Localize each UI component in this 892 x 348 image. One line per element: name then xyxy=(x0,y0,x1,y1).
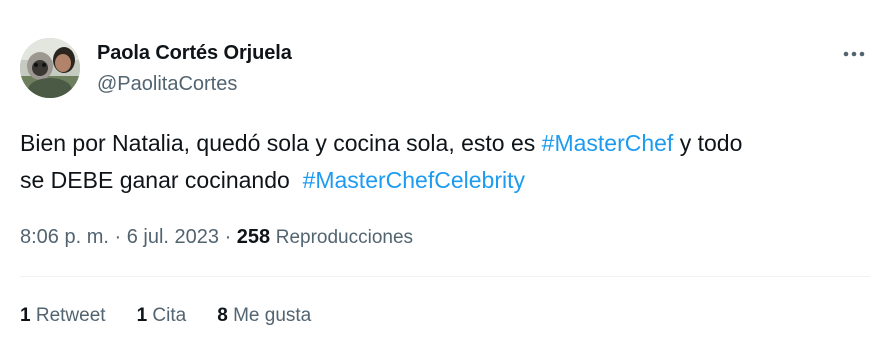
quotes-stat-link[interactable]: 1 Cita xyxy=(137,305,187,327)
retweets-label: Retweet xyxy=(35,305,106,326)
quotes-count: 1 xyxy=(136,305,148,326)
more-options-button[interactable] xyxy=(836,40,872,68)
hashtag-link-masterchef[interactable]: #MasterChef xyxy=(542,130,674,156)
views-label: Reproducciones xyxy=(275,227,414,248)
likes-stat-link[interactable]: 8 Me gusta xyxy=(217,305,311,327)
avatar-image xyxy=(20,38,80,98)
retweets-count: 1 xyxy=(20,305,31,326)
divider xyxy=(20,276,870,277)
views-count: 258 xyxy=(236,226,271,248)
hashtag-link-masterchefcelebrity[interactable]: #MasterChefCelebrity xyxy=(303,167,525,193)
tweet-card: Paola Cortés Orjuela @PaolitaCortes Bien… xyxy=(0,0,892,348)
author-handle[interactable]: @PaolitaCortes xyxy=(97,73,237,96)
tweet-date[interactable]: 6 jul. 2023 xyxy=(127,226,219,248)
likes-label: Me gusta xyxy=(233,305,312,326)
likes-count: 8 xyxy=(217,305,228,326)
tweet-meta: 8:06 p. m. · 6 jul. 2023 · 258 Reproducc… xyxy=(20,226,413,249)
meta-separator: · xyxy=(219,226,237,248)
avatar[interactable] xyxy=(20,38,80,98)
engagement-stats: 1 Retweet 1 Cita 8 Me gusta xyxy=(20,305,311,327)
tweet-time[interactable]: 8:06 p. m. xyxy=(20,226,109,248)
tweet-text: Bien por Natalia, quedó sola y cocina so… xyxy=(20,125,870,199)
more-horizontal-icon xyxy=(843,51,865,57)
meta-separator: · xyxy=(108,226,127,248)
retweets-stat-link[interactable]: 1 Retweet xyxy=(20,305,106,327)
quotes-label: Cita xyxy=(152,305,187,326)
author-name[interactable]: Paola Cortés Orjuela xyxy=(97,42,292,65)
tweet-text-part1: Bien por Natalia, quedó sola y cocina so… xyxy=(20,130,542,156)
